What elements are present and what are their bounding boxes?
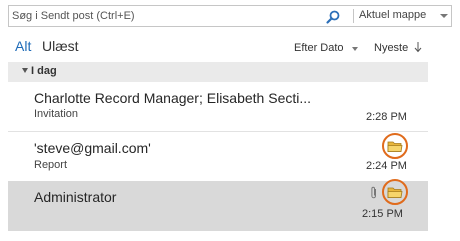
folder-icon[interactable] — [387, 185, 403, 199]
message-sender: Charlotte Record Manager; Elisabeth Sect… — [34, 90, 312, 106]
sort-by-dropdown[interactable]: Efter Dato — [294, 42, 344, 54]
message-sender: 'steve@gmail.com' — [34, 140, 151, 156]
search-input[interactable] — [12, 8, 312, 24]
filter-unread[interactable]: Ulæst — [42, 38, 79, 54]
chevron-down-icon[interactable] — [352, 47, 358, 51]
folder-icon[interactable] — [387, 139, 403, 153]
message-time: 2:15 PM — [362, 208, 403, 220]
arrow-down-icon[interactable] — [413, 40, 423, 54]
search-scope-dropdown[interactable]: Aktuel mappe — [359, 9, 426, 21]
sort-order-toggle[interactable]: Nyeste — [374, 42, 408, 54]
search-icon[interactable] — [325, 9, 341, 25]
filter-all[interactable]: Alt — [15, 38, 31, 54]
group-label: I dag — [31, 65, 57, 77]
message-row-selected[interactable]: Administrator 2:15 PM — [8, 179, 428, 231]
message-time: 2:24 PM — [366, 160, 407, 172]
message-row[interactable]: 'steve@gmail.com' Report 2:24 PM — [8, 132, 428, 178]
message-subject: Report — [34, 159, 68, 171]
message-row[interactable]: Charlotte Record Manager; Elisabeth Sect… — [8, 84, 428, 130]
search-divider — [353, 9, 354, 23]
chevron-down-icon[interactable] — [440, 14, 448, 18]
group-header-today[interactable]: I dag — [8, 62, 428, 82]
paperclip-icon — [371, 186, 376, 199]
message-subject: Invitation — [34, 108, 79, 120]
collapse-triangle-icon[interactable] — [22, 68, 28, 73]
message-time: 2:28 PM — [366, 111, 407, 123]
message-sender: Administrator — [34, 189, 117, 205]
search-box[interactable]: Aktuel mappe — [8, 5, 452, 27]
